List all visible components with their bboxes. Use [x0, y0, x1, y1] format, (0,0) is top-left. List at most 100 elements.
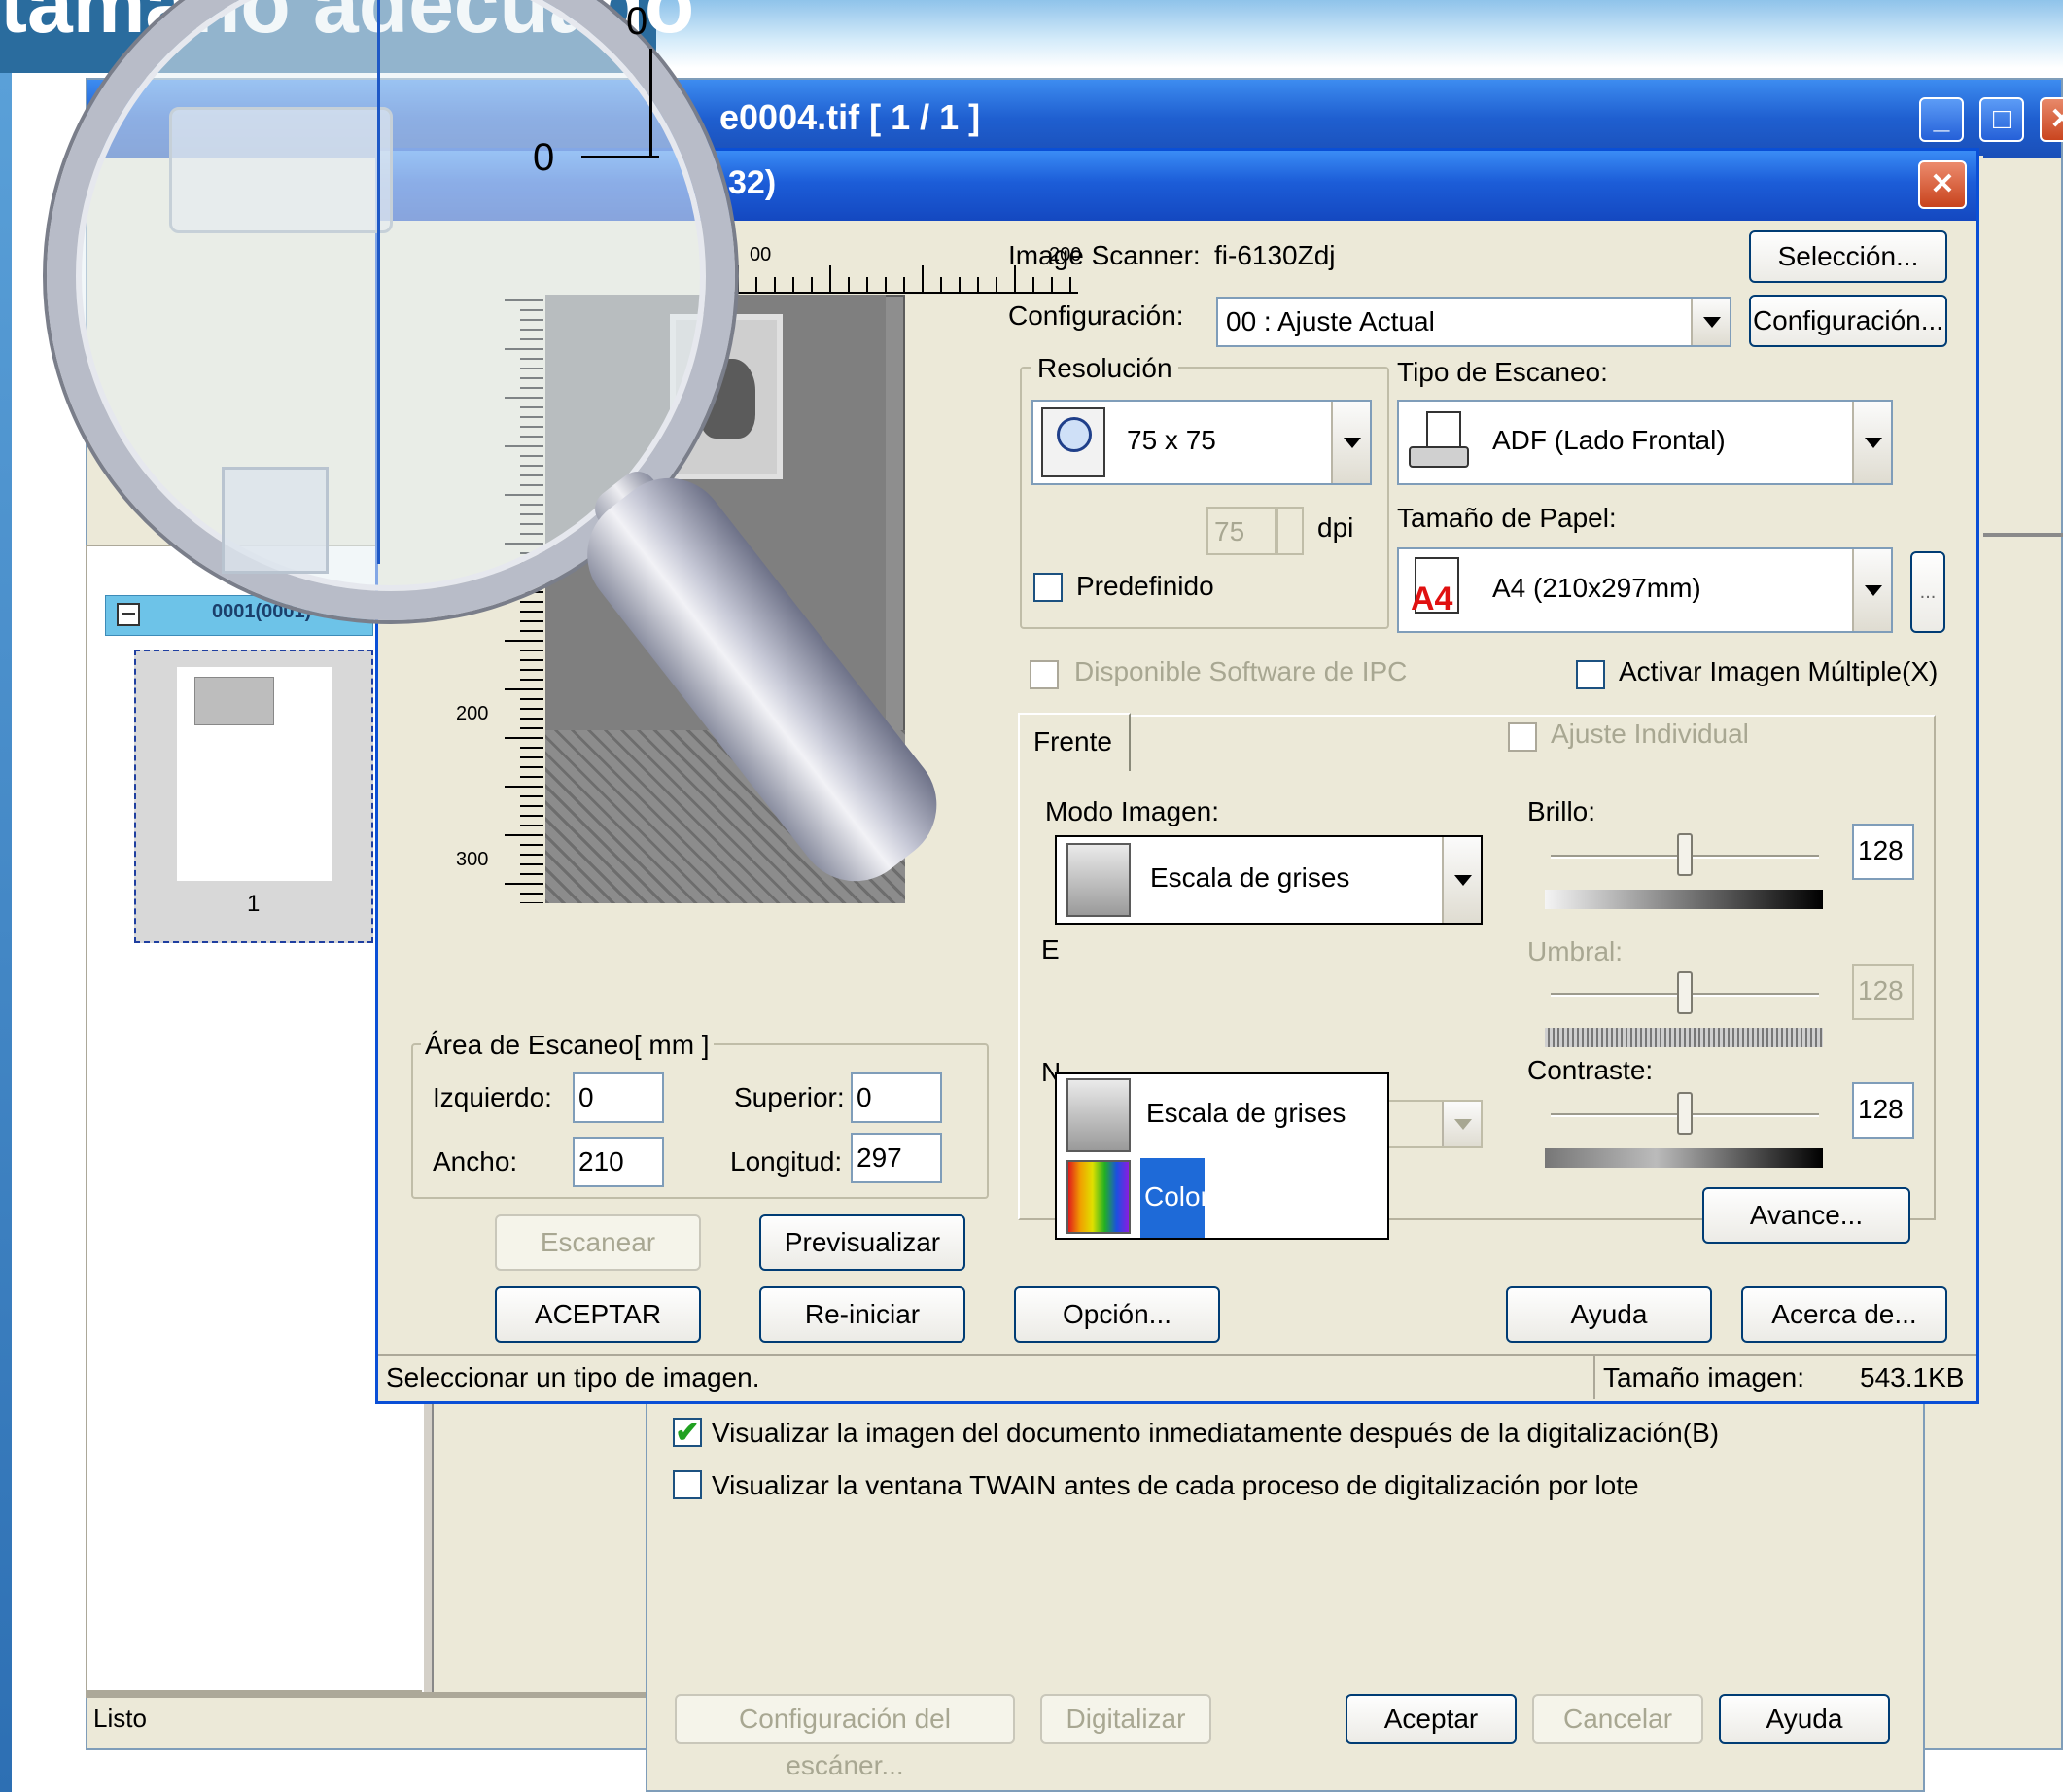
advanced-button[interactable]: Avance...	[1702, 1187, 1910, 1244]
image-mode-option-grayscale[interactable]: Escala de grises	[1057, 1074, 1387, 1156]
paper-a4-icon-text: A4	[1411, 580, 1453, 617]
show-image-after-scan-checkbox[interactable]: ✔	[673, 1417, 702, 1449]
scanner-config-button[interactable]: Configuración del escáner...	[675, 1694, 1015, 1780]
magnified-window-edge	[377, 0, 380, 564]
scan-type-label: Tipo de Escaneo:	[1397, 357, 1608, 387]
multi-image-checkbox[interactable]	[1576, 660, 1605, 689]
length-input[interactable]: 297	[851, 1133, 942, 1183]
contrast-ramp	[1545, 1148, 1823, 1168]
status-divider	[86, 1692, 649, 1698]
check-icon: ✔	[675, 1417, 700, 1449]
config-select[interactable]: 00 : Ajuste Actual	[1216, 297, 1731, 347]
show-twain-before-batch-checkbox[interactable]	[673, 1470, 702, 1499]
scan-button[interactable]: Escanear	[495, 1214, 701, 1271]
minimize-button[interactable]: _	[1919, 97, 1964, 142]
minimize-icon: _	[1933, 103, 1950, 135]
left-input[interactable]: 0	[573, 1072, 664, 1123]
configuration-button[interactable]: Configuración...	[1749, 295, 1947, 347]
resolution-label: Resolución	[1032, 353, 1178, 384]
brightness-value-field[interactable]: 128	[1852, 824, 1914, 880]
length-label: Longitud:	[730, 1146, 843, 1177]
brightness-slider[interactable]	[1677, 833, 1693, 876]
paper-size-value: A4 (210x297mm)	[1492, 573, 1701, 603]
paper-a4-icon: A4	[1407, 557, 1471, 625]
individual-checkbox[interactable]	[1508, 722, 1537, 752]
digitize-button[interactable]: Digitalizar	[1040, 1694, 1211, 1744]
dpi-spinner-arrows[interactable]	[1276, 507, 1304, 555]
paper-size-select[interactable]: A4 A4 (210x297mm)	[1397, 547, 1893, 633]
config-dropdown-button[interactable]	[1691, 299, 1730, 345]
resolution-value: 75 x 75	[1127, 425, 1216, 455]
options-accept-button[interactable]: Aceptar	[1346, 1694, 1517, 1744]
individual-label: Ajuste Individual	[1551, 719, 1749, 749]
left-label: Izquierdo:	[433, 1082, 552, 1112]
app-close-button[interactable]: ✕	[2040, 97, 2063, 142]
predefined-checkbox[interactable]	[1033, 573, 1063, 602]
reset-button[interactable]: Re-iniciar	[759, 1286, 965, 1343]
image-mode-select[interactable]: Escala de grises	[1055, 835, 1483, 925]
preview-button[interactable]: Previsualizar	[759, 1214, 965, 1271]
brightness-ramp	[1545, 890, 1823, 909]
threshold-ramp	[1545, 1028, 1823, 1047]
resolution-dropdown-button[interactable]	[1331, 402, 1370, 483]
brightness-value: 128	[1858, 835, 1904, 865]
top-input[interactable]: 0	[851, 1072, 942, 1123]
magnified-grid-icon	[222, 467, 329, 574]
image-mode-label: Modo Imagen:	[1045, 796, 1219, 826]
magnified-save-icon	[169, 107, 393, 233]
grayscale-icon	[1066, 843, 1131, 917]
image-mode-option-color[interactable]: Color	[1057, 1158, 1387, 1240]
scan-type-select[interactable]: ADF (Lado Frontal)	[1397, 400, 1893, 485]
contrast-label: Contraste:	[1527, 1055, 1654, 1085]
resolution-select[interactable]: 75 x 75	[1032, 400, 1372, 485]
select-scanner-button[interactable]: Selección...	[1749, 230, 1947, 283]
paper-size-dropdown-button[interactable]	[1852, 549, 1891, 631]
ipc-label: Disponible Software de IPC	[1074, 656, 1408, 686]
app-status-text: Listo	[93, 1704, 147, 1733]
tab-front[interactable]: Frente	[1018, 713, 1131, 771]
about-button[interactable]: Acerca de...	[1741, 1286, 1947, 1343]
option-button[interactable]: Opción...	[1014, 1286, 1220, 1343]
scan-type-dropdown-button[interactable]	[1852, 402, 1891, 483]
magnified-ruler-label: 0	[626, 0, 648, 43]
hidden-label-fragment: E	[1041, 934, 1060, 965]
scan-area-title: Área de Escaneo[ mm ]	[421, 1030, 714, 1061]
paper-size-label: Tamaño de Papel:	[1397, 503, 1617, 533]
ipc-checkbox[interactable]	[1030, 660, 1059, 689]
contrast-value-field[interactable]: 128	[1852, 1082, 1914, 1139]
options-cancel-button[interactable]: Cancelar	[1532, 1694, 1703, 1744]
threshold-value: 128	[1858, 975, 1904, 1005]
scanner-dialog-close-button[interactable]: ✕	[1918, 160, 1967, 209]
color-icon	[1066, 1160, 1131, 1234]
chevron-down-icon	[1454, 875, 1472, 886]
globe-scanner-icon	[1041, 407, 1105, 477]
show-image-after-scan-label: Visualizar la imagen del documento inmed…	[712, 1418, 1720, 1448]
scanner-model: fi-6130Zdj	[1214, 240, 1336, 270]
accept-button[interactable]: ACEPTAR	[495, 1286, 701, 1343]
paper-size-more-button[interactable]: ...	[1910, 551, 1945, 633]
options-help-button[interactable]: Ayuda	[1719, 1694, 1890, 1744]
options-dialog: ✔ Visualizar la imagen del documento inm…	[646, 1390, 1925, 1792]
chevron-down-icon	[1344, 438, 1361, 448]
scanner-dialog-title: 32)	[728, 164, 777, 201]
contrast-value: 128	[1858, 1094, 1904, 1124]
collapse-icon-minus	[122, 613, 135, 615]
right-divider	[1983, 533, 2063, 537]
image-mode-dropdown-button[interactable]	[1442, 837, 1481, 923]
show-twain-before-batch-label: Visualizar la ventana TWAIN antes de cad…	[712, 1470, 1639, 1500]
threshold-slider[interactable]	[1677, 971, 1693, 1014]
disabled-dropdown-button[interactable]	[1442, 1102, 1481, 1146]
width-input[interactable]: 210	[573, 1137, 664, 1187]
dpi-value: 75	[1214, 516, 1245, 546]
chevron-down-icon	[1865, 585, 1882, 596]
help-button[interactable]: Ayuda	[1506, 1286, 1712, 1343]
maximize-button[interactable]: □	[1979, 97, 2024, 142]
dpi-spinner[interactable]: 75	[1206, 507, 1276, 555]
contrast-slider[interactable]	[1677, 1092, 1693, 1135]
status-divider	[1593, 1356, 1595, 1399]
option-label: Color	[1144, 1181, 1209, 1212]
predefined-label: Predefinido	[1076, 571, 1214, 601]
config-value: 00 : Ajuste Actual	[1226, 306, 1435, 336]
left-edge-strip	[0, 68, 12, 1792]
threshold-value-field[interactable]: 128	[1852, 964, 1914, 1020]
